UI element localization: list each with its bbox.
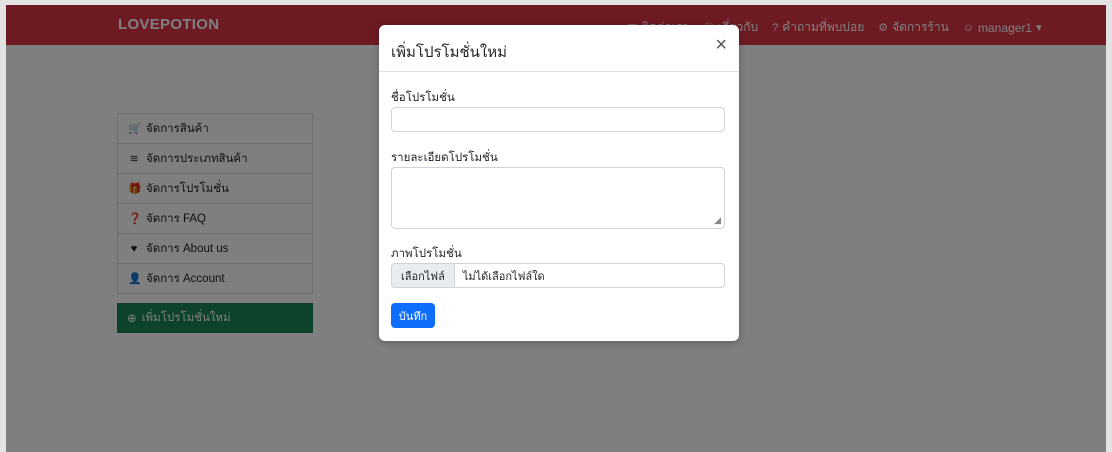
promotion-description-label: รายละเอียดโปรโมชั่น [391,152,498,164]
promotion-image-label: ภาพโปรโมชั่น [391,248,462,260]
promotion-name-input[interactable] [391,107,725,132]
save-button[interactable]: บันทึก [391,303,435,328]
file-status-text: ไม่ได้เลือกไฟล์ใด [462,270,545,283]
promotion-name-label: ชื่อโปรโมชั่น [391,92,455,104]
choose-file-button[interactable]: เลือกไฟล์ [392,264,455,287]
resize-handle-icon[interactable]: ◢ [714,215,721,226]
page: LOVEPOTION ✉ ติดต่อเรา ⓘ เกี่ยวกับ ? คำถ… [6,5,1106,452]
close-icon[interactable]: × [715,35,727,55]
add-promotion-modal: เพิ่มโปรโมชั่นใหม่ × ชื่อโปรโมชั่น รายละ… [379,25,739,341]
promotion-description-textarea[interactable]: ◢ [391,167,725,229]
modal-header: เพิ่มโปรโมชั่นใหม่ × [379,25,739,72]
promotion-image-file-input[interactable]: เลือกไฟล์ ไม่ได้เลือกไฟล์ใด [391,263,725,288]
modal-title: เพิ่มโปรโมชั่นใหม่ [391,44,508,61]
